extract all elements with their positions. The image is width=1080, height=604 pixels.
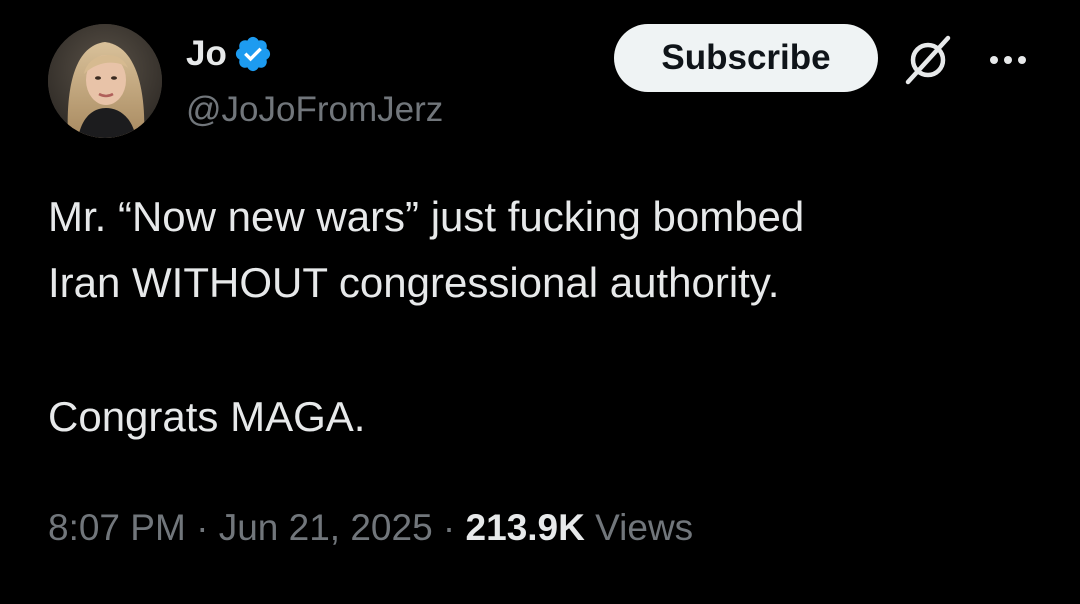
tweet-text-line: Iran WITHOUT congressional authority. [48, 259, 780, 306]
tweet-date[interactable]: Jun 21, 2025 [219, 507, 433, 548]
author-handle[interactable]: @JoJoFromJerz [186, 86, 443, 134]
views-count[interactable]: 213.9K [466, 507, 585, 548]
grok-icon[interactable] [900, 34, 956, 86]
tweet-paragraph-gap [48, 316, 1048, 384]
tweet-text-line: Congrats MAGA. [48, 393, 366, 440]
tweet-time[interactable]: 8:07 PM [48, 507, 186, 548]
tweet-text-line: Mr. “Now new wars” just fucking bombed [48, 193, 805, 240]
author-display-name[interactable]: Jo [186, 30, 227, 78]
meta-separator: · [432, 507, 466, 548]
author-avatar[interactable] [48, 24, 162, 138]
subscribe-button[interactable]: Subscribe [614, 24, 878, 92]
author-name-row: Jo [186, 30, 273, 78]
avatar-photo [48, 24, 162, 138]
tweet-meta-row: 8:07 PM · Jun 21, 2025 · 213.9K Views [48, 500, 693, 556]
verified-badge-icon[interactable] [233, 34, 273, 74]
more-options-icon[interactable] [980, 40, 1036, 80]
tweet-text: Mr. “Now new wars” just fucking bombed I… [48, 184, 1048, 450]
views-label: Views [584, 507, 694, 548]
meta-separator: · [185, 507, 219, 548]
